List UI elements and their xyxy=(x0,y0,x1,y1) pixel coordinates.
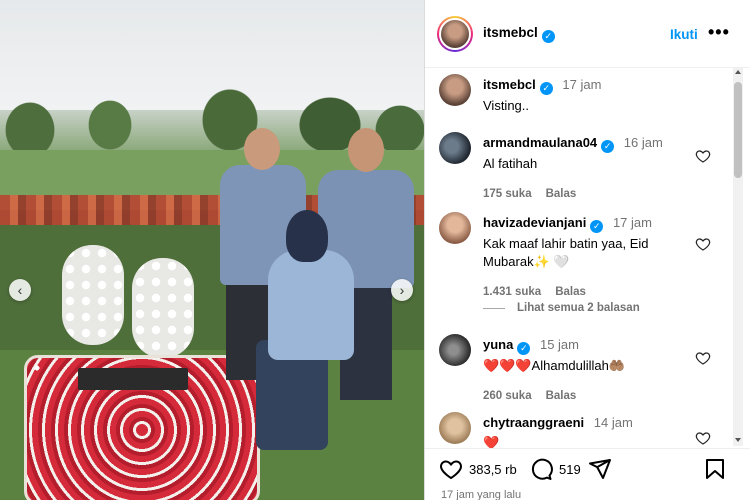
reply-button[interactable]: Balas xyxy=(546,390,577,402)
caption-text: Visting.. xyxy=(483,97,530,113)
author-avatar[interactable] xyxy=(437,15,473,52)
chevron-left-icon: ‹ xyxy=(17,282,23,298)
comment-bubble-icon xyxy=(531,458,553,480)
comments-scrollbar[interactable] xyxy=(733,68,743,446)
caption-time: 17 jam xyxy=(562,77,602,92)
comment-like-button[interactable] xyxy=(695,430,713,448)
verified-badge-icon: ✓ xyxy=(541,29,555,43)
comment-time: 15 jam xyxy=(539,337,579,352)
replies-divider xyxy=(483,307,505,309)
author-username[interactable]: itsmebcl ✓ xyxy=(483,25,555,43)
like-button[interactable]: 383,5 rb xyxy=(439,457,517,481)
comments-list: itsmebcl ✓ 17 jam Visting.. armandmaulana… xyxy=(425,68,737,448)
photo-person-right-head xyxy=(348,128,384,172)
comment-avatar[interactable] xyxy=(439,212,471,244)
heart-icon xyxy=(695,150,711,163)
photo-person-center-hijab xyxy=(286,210,328,262)
comment-likes[interactable]: 1.431 suka xyxy=(483,286,541,298)
like-count[interactable]: 383,5 rb xyxy=(469,462,517,477)
verified-badge-icon: ✓ xyxy=(601,139,615,153)
comment-time: 16 jam xyxy=(623,135,663,150)
comment-username[interactable]: havizadevianjani xyxy=(483,215,586,230)
scrollbar-thumb[interactable] xyxy=(734,82,742,178)
follow-button[interactable]: Ikuti xyxy=(670,27,698,42)
verified-badge-icon: ✓ xyxy=(590,219,604,233)
comment-count[interactable]: 519 xyxy=(559,462,581,477)
save-button[interactable] xyxy=(703,457,727,481)
carousel-prev-button[interactable]: ‹ xyxy=(9,279,31,301)
verified-badge-icon: ✓ xyxy=(517,341,531,355)
comment-time: 17 jam xyxy=(612,215,652,230)
photo-person-left-head xyxy=(244,128,280,170)
bookmark-icon xyxy=(706,459,724,479)
comment-button[interactable]: 519 xyxy=(529,457,581,481)
heart-icon xyxy=(695,432,711,445)
author-username-text[interactable]: itsmebcl xyxy=(483,25,538,40)
comment-like-button[interactable] xyxy=(695,148,713,166)
heart-icon xyxy=(695,352,711,365)
comment-likes[interactable]: 260 suka xyxy=(483,390,532,402)
chevron-right-icon: › xyxy=(399,282,405,298)
scroll-down-arrow-icon[interactable] xyxy=(735,438,741,442)
send-icon xyxy=(589,459,611,479)
scroll-up-arrow-icon[interactable] xyxy=(735,70,741,74)
heart-icon xyxy=(695,238,711,251)
comment-text: Kak maaf lahir batin yaa, Eid Mubarak✨ 🤍 xyxy=(483,235,649,269)
photo-plaque xyxy=(78,368,188,390)
caption-avatar[interactable] xyxy=(439,74,471,106)
comment-avatar[interactable] xyxy=(439,412,471,444)
post-side-panel: itsmebcl ✓ Ikuti ••• itsmebcl ✓ 17 jam Vis… xyxy=(424,0,750,500)
reply-button[interactable]: Balas xyxy=(546,188,577,200)
photo-orchid-right xyxy=(132,258,194,358)
more-options-icon[interactable]: ••• xyxy=(708,22,730,43)
view-replies-label[interactable]: Lihat semua 2 balasan xyxy=(517,302,640,314)
photo-orchid-left xyxy=(62,245,124,345)
post-photo: ‹ › xyxy=(0,0,424,500)
reply-button[interactable]: Balas xyxy=(555,286,586,298)
comment-avatar[interactable] xyxy=(439,132,471,164)
comment-like-button[interactable] xyxy=(695,236,713,254)
post-header: itsmebcl ✓ Ikuti ••• xyxy=(425,0,750,68)
comment-text: ❤️❤️❤️Alhamdulillah🤲🏽 xyxy=(483,357,626,373)
comment-likes[interactable]: 175 suka xyxy=(483,188,532,200)
post-date[interactable]: 17 jam yang lalu xyxy=(441,489,521,500)
view-replies-button[interactable]: Lihat semua 2 balasan xyxy=(483,302,640,314)
comment-username[interactable]: yuna xyxy=(483,337,513,352)
comment-username[interactable]: chytraanggraeni xyxy=(483,415,584,430)
comment-like-button[interactable] xyxy=(695,350,713,368)
comment-username[interactable]: armandmaulana04 xyxy=(483,135,597,150)
caption-username[interactable]: itsmebcl xyxy=(483,77,536,92)
carousel-next-button[interactable]: › xyxy=(391,279,413,301)
post-actions-bar: 383,5 rb 519 17 jam yang lalu xyxy=(425,448,750,500)
comment-text: Al fatihah xyxy=(483,155,538,171)
comment-time: 14 jam xyxy=(593,415,633,430)
share-button[interactable] xyxy=(588,457,612,481)
comment-avatar[interactable] xyxy=(439,334,471,366)
heart-icon xyxy=(440,460,462,480)
photo-person-center xyxy=(268,250,354,360)
verified-badge-icon: ✓ xyxy=(539,81,553,95)
comment-text: ❤️ xyxy=(483,435,500,448)
